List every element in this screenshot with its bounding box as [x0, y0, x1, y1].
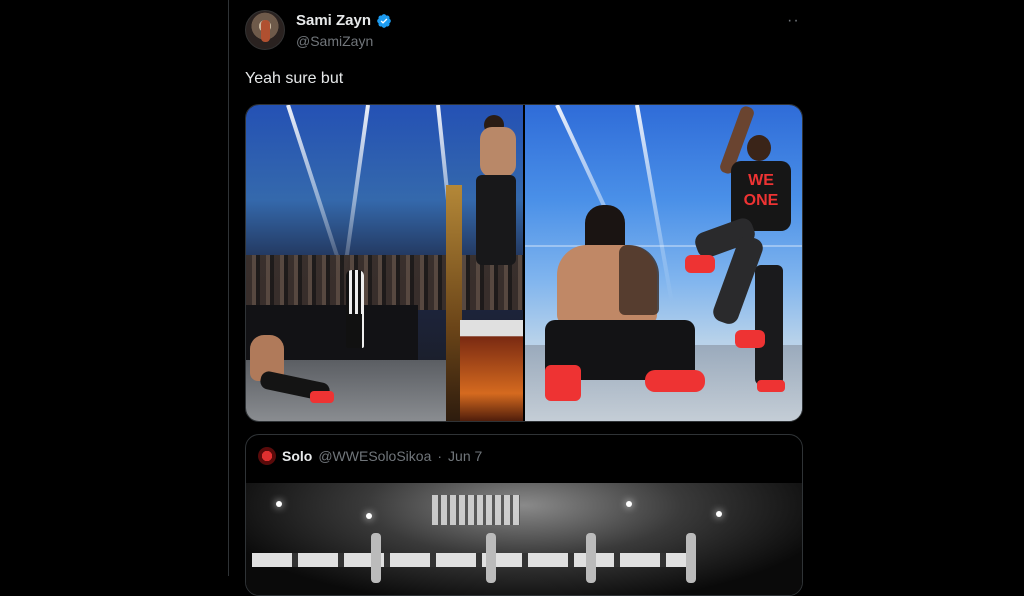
kneeling-wrestler — [545, 205, 705, 401]
arena-light — [366, 513, 372, 519]
tweet-media[interactable]: WE ONE — [245, 104, 803, 422]
quoted-date[interactable]: Jun 7 — [448, 448, 482, 464]
quoted-tweet[interactable]: Solo @WWESoloSikoa · Jun 7 — [245, 434, 803, 596]
more-options-icon[interactable]: ·· — [787, 12, 800, 30]
verified-badge-icon — [377, 13, 391, 28]
avatar-figure — [261, 20, 270, 42]
arena-stage — [432, 495, 520, 525]
tweet-author[interactable]: Sami Zayn @SamiZayn — [296, 12, 392, 49]
seated-wrestler — [250, 335, 334, 415]
author-handle[interactable]: @SamiZayn — [296, 33, 392, 49]
arena-light — [276, 501, 282, 507]
media-photo-1[interactable] — [246, 105, 523, 421]
quoted-author-name[interactable]: Solo — [282, 448, 312, 464]
ring-apron — [460, 320, 523, 421]
arena-light — [716, 511, 722, 517]
quoted-media-photo[interactable] — [246, 483, 802, 595]
referee — [346, 270, 364, 348]
arena-banner — [252, 553, 692, 567]
quoted-author-avatar[interactable] — [258, 447, 276, 465]
tweet-text: Yeah sure but — [245, 70, 344, 87]
wrestler-on-turnbuckle — [466, 115, 523, 275]
author-name-row: Sami Zayn — [296, 12, 392, 29]
quoted-tweet-header: Solo @WWESoloSikoa · Jun 7 — [258, 447, 482, 465]
author-name[interactable]: Sami Zayn — [296, 12, 371, 29]
tweet[interactable]: Sami Zayn @SamiZayn ·· Yeah sure but WE … — [229, 0, 820, 596]
arena-light — [626, 501, 632, 507]
media-photo-2[interactable]: WE ONE — [525, 105, 802, 421]
quoted-separator: · — [437, 448, 443, 464]
kicking-wrestler: WE ONE — [675, 105, 795, 355]
quoted-author-handle[interactable]: @WWESoloSikoa — [318, 448, 431, 464]
author-avatar[interactable] — [245, 10, 285, 50]
